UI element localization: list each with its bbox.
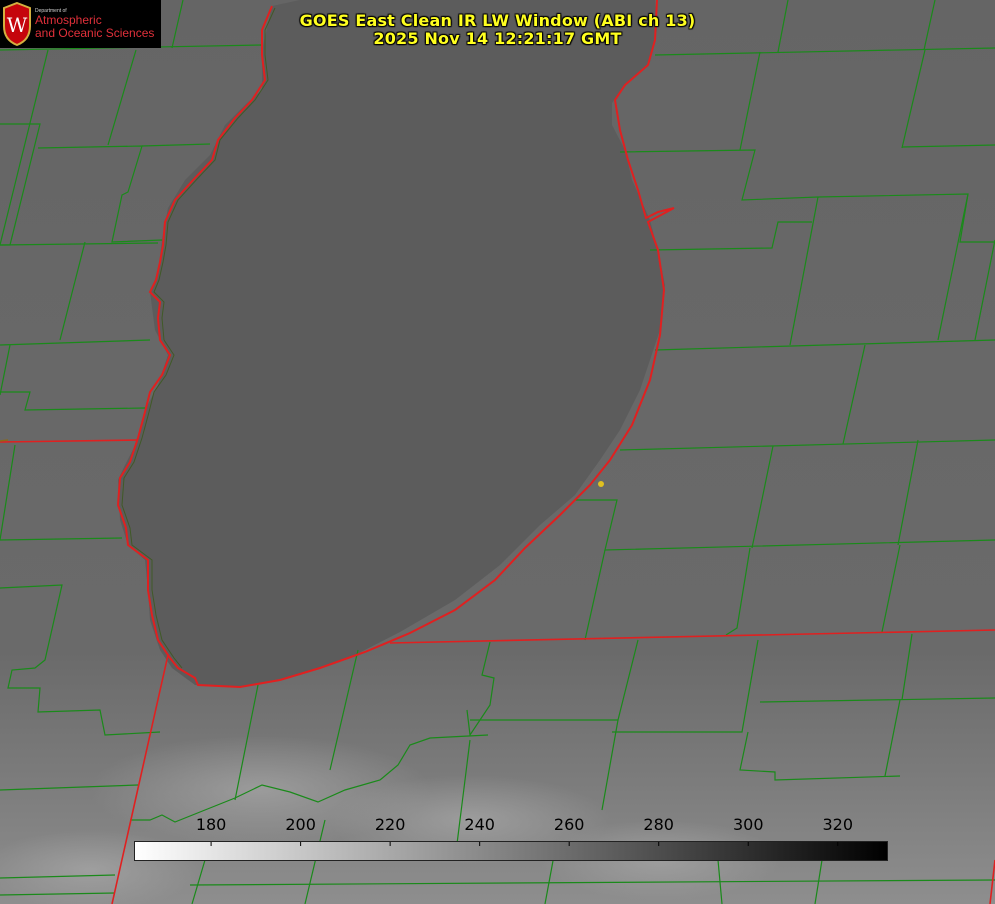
image-title: GOES East Clean IR LW Window (ABI ch 13) <box>299 11 696 30</box>
colorbar-tick-label: 240 <box>464 815 495 834</box>
satellite-map: W Department of Atmospheric and Oceanic … <box>0 0 995 904</box>
colorbar-tick-label: 220 <box>374 815 406 834</box>
colorbar-tick-label: 180 <box>195 815 227 834</box>
colorbar-tick-label: 260 <box>553 815 585 834</box>
colorbar-gradient <box>135 842 887 860</box>
colorbar-tick-label: 300 <box>732 815 764 834</box>
colorbar-tick-label: 200 <box>285 815 316 834</box>
colorbar-tick-label: 280 <box>643 815 674 834</box>
image-timestamp: 2025 Nov 14 12:21:17 GMT <box>373 29 622 48</box>
map-graphic <box>0 0 995 904</box>
site-marker <box>598 481 604 487</box>
colorbar <box>134 841 888 861</box>
colorbar-tick-label: 320 <box>822 815 854 834</box>
